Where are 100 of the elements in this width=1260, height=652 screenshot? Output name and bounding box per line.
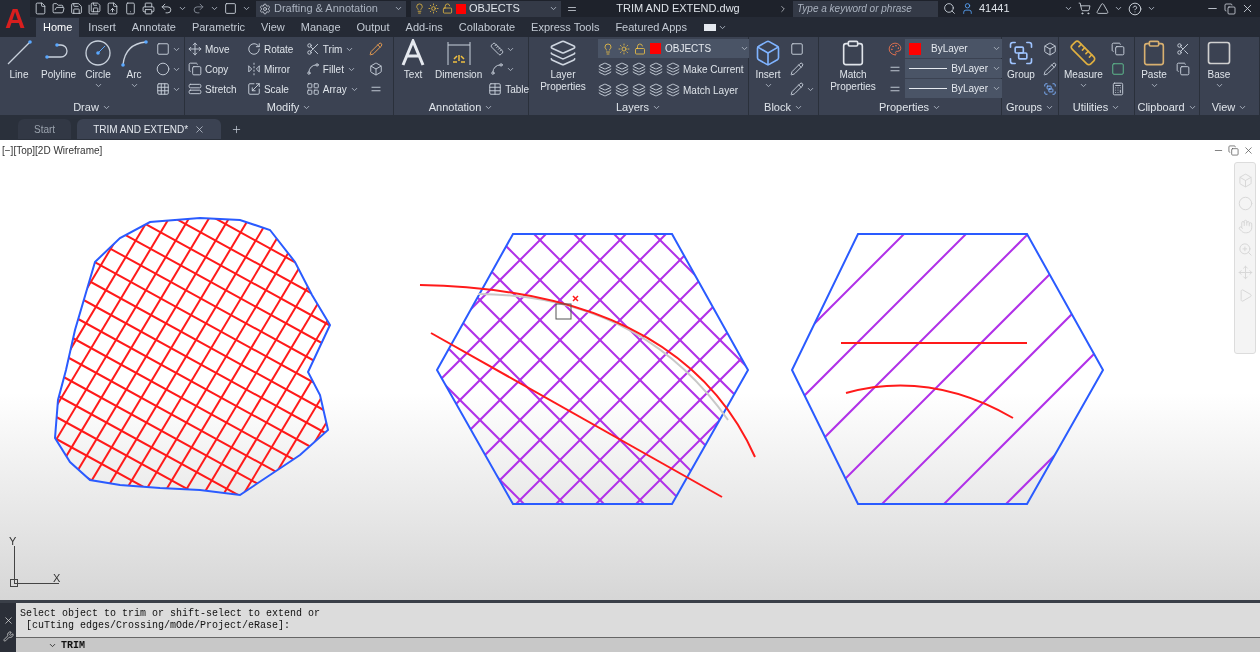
- panel-title[interactable]: Modify: [185, 100, 393, 115]
- ribbon-small-button[interactable]: Trim: [305, 39, 359, 59]
- user-name[interactable]: 41441: [979, 0, 1059, 17]
- layer-dropdown[interactable]: OBJECTS: [411, 0, 561, 17]
- restore-icon[interactable]: [1224, 2, 1236, 15]
- ribbon-large-button[interactable]: Dimension: [433, 39, 485, 81]
- close-icon[interactable]: [1243, 145, 1254, 156]
- ribbon-small-button[interactable]: Array: [305, 79, 359, 99]
- ribbon-large-button[interactable]: Paste: [1138, 39, 1170, 90]
- ribbon-large-button[interactable]: Line: [3, 39, 35, 81]
- line-icon: [5, 39, 33, 67]
- table-icon: [488, 82, 503, 96]
- caret-icon: [932, 103, 942, 112]
- viewport-label[interactable]: [−][Top][2D Wireframe]: [2, 143, 103, 158]
- dashed-square-icon[interactable]: [224, 2, 237, 15]
- pencil-icon: [1043, 62, 1057, 76]
- linetype-line: [909, 88, 948, 89]
- ribbon-tab[interactable]: Featured Apps: [608, 18, 694, 37]
- ellipse-icon: [156, 62, 171, 76]
- ribbon-tab[interactable]: Parametric: [184, 18, 253, 37]
- panel-title[interactable]: Utilities: [1059, 100, 1134, 115]
- ribbon-large-button[interactable]: Base: [1203, 39, 1235, 90]
- ribbon-large-button[interactable]: Polyline: [39, 39, 79, 81]
- ribbon-small-button[interactable]: Move: [188, 39, 241, 59]
- plus-icon: [231, 123, 243, 135]
- close-icon[interactable]: [1241, 2, 1254, 15]
- print-icon[interactable]: [142, 2, 155, 15]
- panel-title[interactable]: Groups: [1002, 100, 1058, 115]
- command-input[interactable]: TRIM: [16, 637, 1260, 652]
- command-line-text: Select object to trim or shift-select to extend or: [20, 608, 322, 620]
- ribbon-small-button[interactable]: Rotate: [246, 39, 300, 59]
- triangle-icon[interactable]: [1096, 2, 1109, 15]
- document-tab[interactable]: TRIM AND EXTEND*: [77, 119, 222, 139]
- close-icon[interactable]: [2, 615, 14, 626]
- lock-icon: [442, 3, 453, 14]
- save-as-icon[interactable]: [88, 2, 101, 15]
- ribbon-small-button[interactable]: Scale: [246, 79, 300, 99]
- pencil-icon: [368, 42, 383, 56]
- ribbon-small-button[interactable]: Match Layer: [666, 80, 739, 100]
- ribbon-tab[interactable]: Manage: [293, 18, 348, 37]
- ribbon-large-button[interactable]: Insert: [752, 39, 784, 90]
- ribbon-large-button[interactable]: Arc: [118, 39, 151, 90]
- ribbon-large-button[interactable]: Circle: [82, 39, 115, 90]
- mobile-icon[interactable]: [124, 2, 137, 15]
- search-icon[interactable]: [943, 2, 956, 15]
- new-file-icon[interactable]: [34, 2, 47, 15]
- help-icon[interactable]: [1128, 1, 1142, 16]
- ribbon-tab[interactable]: Annotate: [124, 18, 183, 37]
- ribbon-small-button[interactable]: Fillet: [305, 59, 359, 79]
- chevron-icon[interactable]: [778, 3, 788, 14]
- ribbon-large-button[interactable]: Measure: [1062, 39, 1105, 90]
- select-icon: [1110, 62, 1125, 76]
- layers-icon: [666, 83, 680, 97]
- ribbon-tab[interactable]: Output: [349, 18, 397, 37]
- ribbon-small-button[interactable]: Copy: [188, 59, 241, 79]
- wrench-icon[interactable]: [2, 631, 14, 642]
- restore-icon[interactable]: [1228, 145, 1239, 156]
- ribbon-tab[interactable]: Express Tools: [524, 18, 607, 37]
- ribbon-large-button[interactable]: Group: [1005, 39, 1037, 81]
- property-dropdown[interactable]: ByLayer: [905, 59, 1005, 78]
- caret-icon: [1045, 103, 1055, 112]
- ribbon-tab[interactable]: View: [254, 18, 292, 37]
- ruler-icon: [1069, 39, 1098, 67]
- panel-title[interactable]: Properties: [819, 100, 1001, 115]
- pickbox-cursor: [555, 303, 572, 320]
- panel-toggle-icon[interactable]: [703, 24, 716, 31]
- ribbon-tab[interactable]: Home: [36, 18, 80, 37]
- folder-icon[interactable]: [52, 2, 65, 15]
- workspace-dropdown[interactable]: Drafting & Annotation: [256, 0, 406, 17]
- cube-icon: [368, 62, 383, 76]
- property-dropdown[interactable]: ByLayer: [905, 79, 1005, 98]
- ribbon-tab[interactable]: Add-ins: [398, 18, 450, 37]
- document-tab[interactable]: Start: [18, 119, 72, 139]
- cart-icon[interactable]: [1078, 2, 1091, 15]
- ribbon-tab[interactable]: Insert: [81, 18, 123, 37]
- panel-title[interactable]: Draw: [0, 100, 184, 115]
- layers-icon: [598, 62, 612, 76]
- property-dropdown[interactable]: ByLayer: [905, 39, 1005, 58]
- hatch-icon: [156, 82, 171, 96]
- ribbon-small-button[interactable]: Table: [488, 79, 530, 99]
- ribbon-large-button[interactable]: Layer Properties: [532, 39, 594, 93]
- panel-title[interactable]: View: [1200, 100, 1259, 115]
- search-field[interactable]: Type a keyword or phrase: [793, 0, 938, 17]
- user-icon[interactable]: [961, 2, 974, 15]
- panel-title[interactable]: Annotation: [394, 100, 528, 115]
- save-icon[interactable]: [70, 2, 83, 15]
- panel-title[interactable]: Block: [749, 100, 818, 115]
- ribbon-large-button[interactable]: Match Properties: [822, 39, 884, 93]
- sun-icon: [428, 3, 439, 14]
- redo-icon[interactable]: [192, 2, 205, 15]
- caret-icon: [210, 4, 219, 13]
- ribbon-tab[interactable]: Collaborate: [451, 18, 523, 37]
- upload-icon[interactable]: [106, 2, 119, 15]
- ribbon-small-button[interactable]: Mirror: [246, 59, 300, 79]
- ribbon-small-button[interactable]: Stretch: [188, 79, 241, 99]
- panel-title[interactable]: Layers: [529, 100, 748, 115]
- ribbon-large-button[interactable]: Text: [397, 39, 429, 81]
- ribbon-small-button[interactable]: Make Current: [666, 59, 744, 79]
- undo-icon[interactable]: [160, 2, 173, 15]
- panel-title[interactable]: Clipboard: [1135, 100, 1199, 115]
